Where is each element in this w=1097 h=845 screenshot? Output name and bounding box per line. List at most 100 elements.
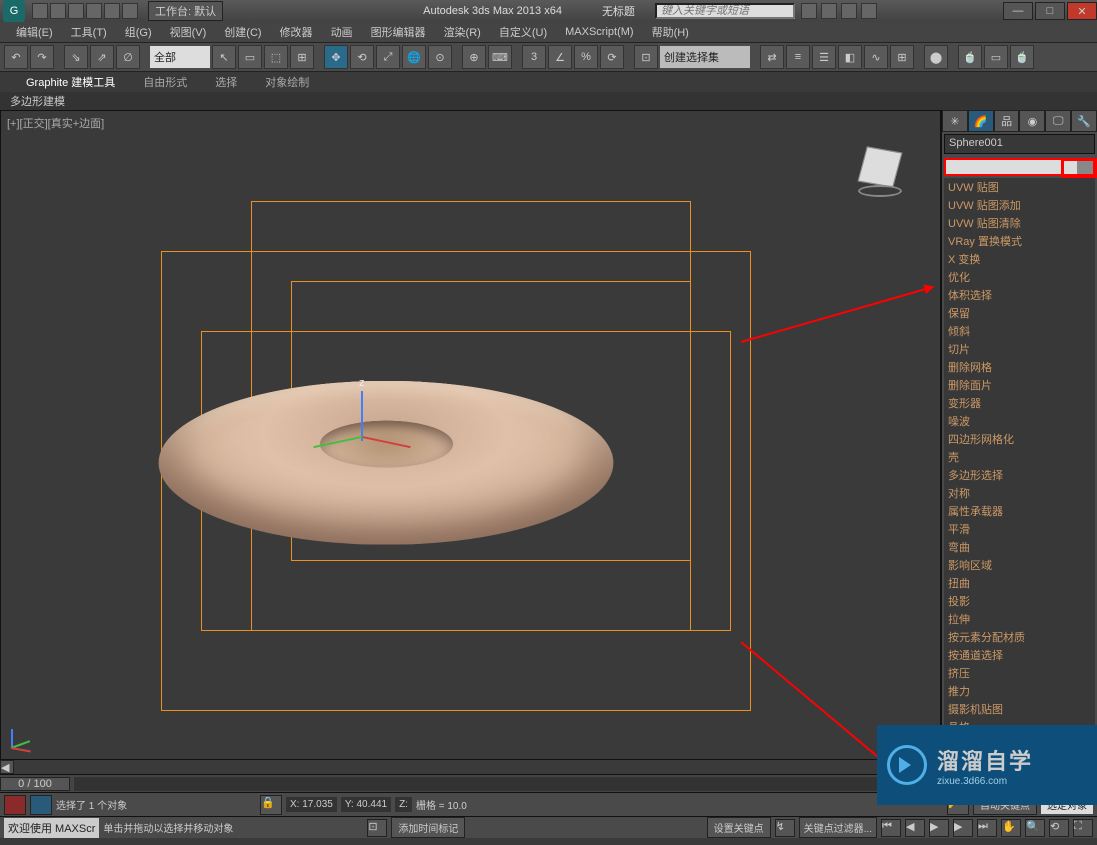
isolate-icon[interactable]: ⊡ xyxy=(367,819,387,837)
viewnav-orbit-icon[interactable]: ⟲ xyxy=(1049,819,1069,837)
tab-display-icon[interactable]: 🖵 xyxy=(1045,110,1071,132)
selection-filter-dropdown[interactable]: 全部 xyxy=(150,46,210,68)
playback-prev-icon[interactable]: ◀ xyxy=(905,819,925,837)
modifier-item[interactable]: 按元素分配材质 xyxy=(944,628,1095,646)
maximize-button[interactable]: □ xyxy=(1035,2,1065,20)
curve-editor-icon[interactable]: ∿ xyxy=(864,45,888,69)
add-time-tag[interactable]: 添加时间标记 xyxy=(391,817,465,838)
qat-btn[interactable] xyxy=(86,3,102,19)
align-icon[interactable]: ≡ xyxy=(786,45,810,69)
modifier-item[interactable]: VRay 置换模式 xyxy=(944,232,1095,250)
named-selection-set[interactable]: 创建选择集 xyxy=(660,46,750,68)
menu-views[interactable]: 视图(V) xyxy=(162,22,215,42)
playback-start-icon[interactable]: ⏮ xyxy=(881,819,901,837)
render-icon[interactable]: 🍵 xyxy=(1010,45,1034,69)
app-logo-icon[interactable]: G xyxy=(3,0,25,22)
viewnav-zoom-icon[interactable]: 🔍 xyxy=(1025,819,1045,837)
spinner-snap-icon[interactable]: ⟳ xyxy=(600,45,624,69)
star-icon[interactable] xyxy=(821,3,837,19)
keyboard-icon[interactable]: ⌨ xyxy=(488,45,512,69)
ribbon-tab-freeform[interactable]: 自由形式 xyxy=(129,71,201,93)
select-icon[interactable]: ↖ xyxy=(212,45,236,69)
pivot-icon[interactable]: ⊙ xyxy=(428,45,452,69)
menu-tools[interactable]: 工具(T) xyxy=(63,22,115,42)
modifier-item[interactable]: UVW 贴图 xyxy=(944,178,1095,196)
tab-create-icon[interactable]: ✳ xyxy=(942,110,968,132)
modifier-item[interactable]: 删除网格 xyxy=(944,358,1095,376)
render-setup-icon[interactable]: 🍵 xyxy=(958,45,982,69)
playback-end-icon[interactable]: ⏭ xyxy=(977,819,997,837)
manipulate-icon[interactable]: ⊕ xyxy=(462,45,486,69)
scroll-left-icon[interactable]: ◀ xyxy=(0,760,14,774)
playback-next-icon[interactable]: ▶ xyxy=(953,819,973,837)
modifier-item[interactable]: 删除面片 xyxy=(944,376,1095,394)
tab-modify-icon[interactable]: 🌈 xyxy=(968,110,994,132)
viewnav-max-icon[interactable]: ⛶ xyxy=(1073,819,1093,837)
ribbon-tab-graphite[interactable]: Graphite 建模工具 xyxy=(12,71,129,93)
menu-modifiers[interactable]: 修改器 xyxy=(272,22,321,42)
undo-icon[interactable]: ↶ xyxy=(4,45,28,69)
lock-icon[interactable]: 🔒 xyxy=(260,795,282,815)
mirror-icon[interactable]: ⇄ xyxy=(760,45,784,69)
viewcube[interactable] xyxy=(850,141,910,201)
menu-help[interactable]: 帮助(H) xyxy=(644,22,697,42)
qat-btn[interactable] xyxy=(50,3,66,19)
angle-snap-icon[interactable]: ∠ xyxy=(548,45,572,69)
link-icon[interactable]: ⇘ xyxy=(64,45,88,69)
modifier-item[interactable]: 多边形选择 xyxy=(944,466,1095,484)
tab-hierarchy-icon[interactable]: 品 xyxy=(994,110,1020,132)
bind-icon[interactable]: ∅ xyxy=(116,45,140,69)
tab-motion-icon[interactable]: ◉ xyxy=(1019,110,1045,132)
menu-edit[interactable]: 编辑(E) xyxy=(8,22,61,42)
viewnav-pan-icon[interactable]: ✋ xyxy=(1001,819,1021,837)
minimize-button[interactable]: — xyxy=(1003,2,1033,20)
window-cross-icon[interactable]: ⊞ xyxy=(290,45,314,69)
modifier-item[interactable]: 摄影机贴图 xyxy=(944,700,1095,718)
refcoord-icon[interactable]: 🌐 xyxy=(402,45,426,69)
modifier-item[interactable]: 按通道选择 xyxy=(944,646,1095,664)
modifier-item[interactable]: 优化 xyxy=(944,268,1095,286)
select-region-icon[interactable]: ⬚ xyxy=(264,45,288,69)
help-icon[interactable] xyxy=(861,3,877,19)
modifier-item[interactable]: UVW 贴图添加 xyxy=(944,196,1095,214)
ribbon-tab-objectpaint[interactable]: 对象绘制 xyxy=(251,71,323,93)
graphite-icon[interactable]: ◧ xyxy=(838,45,862,69)
coord-y[interactable]: Y: 40.441 xyxy=(341,797,391,812)
modifier-item[interactable]: 四边形网格化 xyxy=(944,430,1095,448)
modifier-item[interactable]: 体积选择 xyxy=(944,286,1095,304)
ribbon-tab-selection[interactable]: 选择 xyxy=(201,71,251,93)
close-button[interactable]: ✕ xyxy=(1067,2,1097,20)
percent-snap-icon[interactable]: % xyxy=(574,45,598,69)
qat-btn[interactable] xyxy=(122,3,138,19)
modifier-item[interactable]: 对称 xyxy=(944,484,1095,502)
menu-grapheditors[interactable]: 图形编辑器 xyxy=(363,22,434,42)
modifier-item[interactable]: 影响区域 xyxy=(944,556,1095,574)
select-rotate-icon[interactable]: ⟲ xyxy=(350,45,374,69)
playback-play-icon[interactable]: ▶ xyxy=(929,819,949,837)
select-move-icon[interactable]: ✥ xyxy=(324,45,348,69)
layer-icon[interactable]: ☰ xyxy=(812,45,836,69)
menu-group[interactable]: 组(G) xyxy=(117,22,160,42)
maxscript-listener-icon[interactable] xyxy=(4,795,26,815)
redo-icon[interactable]: ↷ xyxy=(30,45,54,69)
menu-customize[interactable]: 自定义(U) xyxy=(491,22,555,42)
modifier-item[interactable]: 切片 xyxy=(944,340,1095,358)
infocenter-icon[interactable] xyxy=(801,3,817,19)
qat-btn[interactable] xyxy=(68,3,84,19)
menu-rendering[interactable]: 渲染(R) xyxy=(436,22,489,42)
tab-utilities-icon[interactable]: 🔧 xyxy=(1071,110,1097,132)
material-editor-icon[interactable]: ⬤ xyxy=(924,45,948,69)
help-search-input[interactable] xyxy=(655,3,795,19)
modifier-item[interactable]: 拉伸 xyxy=(944,610,1095,628)
keymode-icon[interactable]: ↯ xyxy=(775,819,795,837)
menu-maxscript[interactable]: MAXScript(M) xyxy=(557,24,641,40)
qat-btn[interactable] xyxy=(104,3,120,19)
unlink-icon[interactable]: ⇗ xyxy=(90,45,114,69)
modifier-item[interactable]: UVW 贴图清除 xyxy=(944,214,1095,232)
modifier-item[interactable]: 变形器 xyxy=(944,394,1095,412)
qat-btn[interactable] xyxy=(32,3,48,19)
setkey-button[interactable]: 设置关键点 xyxy=(707,817,771,838)
select-scale-icon[interactable]: ⤢ xyxy=(376,45,400,69)
modifier-item[interactable]: 推力 xyxy=(944,682,1095,700)
modifier-item[interactable]: 投影 xyxy=(944,592,1095,610)
